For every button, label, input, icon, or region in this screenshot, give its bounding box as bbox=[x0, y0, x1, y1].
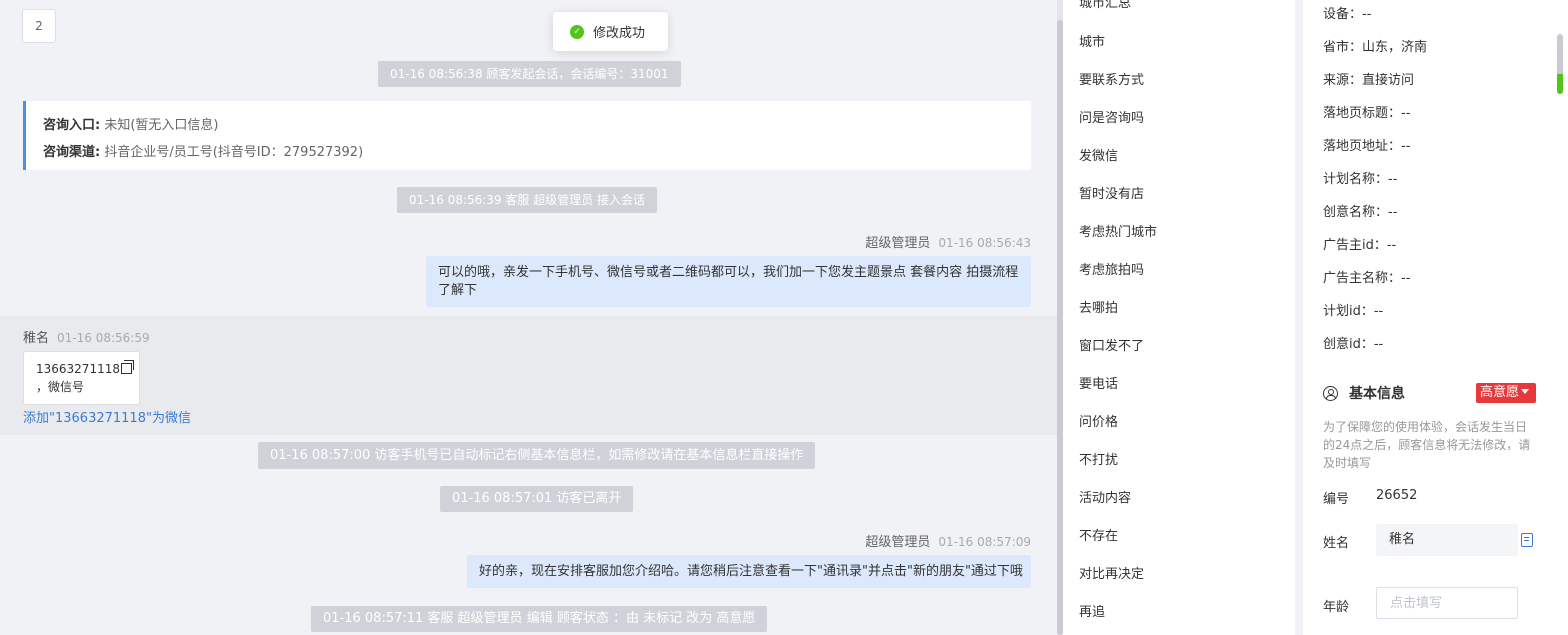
check-circle-icon: ✓ bbox=[570, 24, 584, 39]
name-field[interactable]: 稚名 bbox=[1376, 524, 1518, 556]
message-time: 01-16 08:57:09 bbox=[938, 535, 1031, 549]
agent-message-bubble: 好的亲，现在安排客服加您介绍哈。请您稍后注意查看一下"通讯录"并点击"新的朋友"… bbox=[467, 555, 1031, 588]
copy-icon[interactable] bbox=[1521, 533, 1533, 547]
agent-message-bubble: 可以的哦，亲发一下手机号、微信号或者二维码都可以，我们加一下您发主题景点 套餐内… bbox=[426, 256, 1031, 307]
system-message-start: 01-16 08:56:38 顾客发起会话，会话编号：31001 bbox=[378, 61, 681, 87]
name-label: 姓名 bbox=[1323, 536, 1350, 551]
info-row-plan-id: 计划id：-- bbox=[1323, 304, 1384, 319]
visitor-message-meta: 稚名 01-16 08:56:59 bbox=[23, 327, 150, 346]
intent-tag-dropdown[interactable]: 高意愿 bbox=[1476, 383, 1536, 403]
toast-text: 修改成功 bbox=[593, 26, 646, 41]
phrase-item[interactable]: 城市汇总 bbox=[1079, 0, 1131, 11]
phrase-item[interactable]: 要电话 bbox=[1079, 373, 1118, 392]
phrase-item[interactable]: 去哪拍 bbox=[1079, 297, 1118, 316]
age-label: 年龄 bbox=[1323, 600, 1350, 615]
basic-info-header: 基本信息 bbox=[1323, 383, 1405, 403]
id-value: 26652 bbox=[1376, 488, 1418, 503]
consult-channel-label: 咨询渠道: bbox=[43, 145, 101, 160]
success-toast: ✓ 修改成功 bbox=[553, 12, 668, 51]
phrase-item[interactable]: 问价格 bbox=[1079, 411, 1118, 430]
section-title: 基本信息 bbox=[1349, 386, 1405, 402]
info-row-landing-title: 落地页标题：-- bbox=[1323, 106, 1411, 121]
panel-divider bbox=[1295, 0, 1303, 635]
phrase-item[interactable]: 再追 bbox=[1079, 601, 1105, 620]
info-row-creative-id: 创意id：-- bbox=[1323, 337, 1384, 352]
info-row-device: 设备：-- bbox=[1323, 7, 1372, 22]
agent-message-meta: 超级管理员 01-16 08:56:43 bbox=[865, 232, 1031, 251]
visitor-name: 稚名 bbox=[23, 331, 50, 346]
info-row-advertiser-id: 广告主id：-- bbox=[1323, 238, 1397, 253]
chat-area: 2 ✓ 修改成功 01-16 08:56:38 顾客发起会话，会话编号：3100… bbox=[0, 0, 1057, 635]
consult-channel-value: 抖音企业号/员工号(抖音号ID：279527392) bbox=[104, 145, 364, 160]
phrase-item[interactable]: 对比再决定 bbox=[1079, 563, 1144, 582]
system-message-leave: 01-16 08:57:01 访客已离开 bbox=[440, 486, 634, 512]
consult-entry-value: 未知(暂无入口信息) bbox=[104, 118, 219, 133]
phrase-item[interactable]: 发微信 bbox=[1079, 145, 1118, 164]
page-number-box[interactable]: 2 bbox=[22, 9, 56, 43]
info-scrollbar[interactable] bbox=[1556, 0, 1568, 520]
phrase-item[interactable]: 考虑热门城市 bbox=[1079, 221, 1157, 240]
message-text-line: 了解下 bbox=[438, 283, 478, 298]
agent-name: 超级管理员 bbox=[865, 236, 931, 251]
message-text-line: 可以的哦，亲发一下手机号、微信号或者二维码都可以，我们加一下您发主题景点 套餐内… bbox=[438, 265, 1019, 280]
consult-entry-label: 咨询入口: bbox=[43, 118, 101, 133]
consult-info-card: 咨询入口: 未知(暂无入口信息) 咨询渠道: 抖音企业号/员工号(抖音号ID：2… bbox=[23, 101, 1031, 170]
add-wechat-link[interactable]: 添加"13663271118"为微信 bbox=[23, 407, 191, 426]
agent-name: 超级管理员 bbox=[865, 535, 931, 550]
caret-down-icon bbox=[1521, 389, 1530, 394]
message-time: 01-16 08:56:43 bbox=[938, 236, 1031, 250]
edit-notice: 为了保障您的使用体验，会话发生当日的24点之后，顾客信息将无法修改，请及时填写 bbox=[1323, 420, 1531, 470]
visitor-message-bubble: 13663271118 ，微信号 bbox=[23, 351, 140, 405]
system-message-accept: 01-16 08:56:39 客服 超级管理员 接入会话 bbox=[397, 187, 658, 213]
user-icon bbox=[1323, 385, 1338, 401]
info-row-region: 省市：山东，济南 bbox=[1323, 40, 1428, 55]
message-time: 01-16 08:56:59 bbox=[57, 331, 150, 345]
id-label: 编号 bbox=[1323, 492, 1350, 507]
info-row-advertiser-name: 广告主名称：-- bbox=[1323, 271, 1411, 286]
system-message-mark: 01-16 08:57:00 访客手机号已自动标记右侧基本信息栏，如需修改请在基… bbox=[258, 442, 816, 469]
phrase-item[interactable]: 活动内容 bbox=[1079, 487, 1131, 506]
info-row-source: 来源：直接访问 bbox=[1323, 73, 1415, 88]
phrase-item[interactable]: 不存在 bbox=[1079, 525, 1118, 544]
intent-tag-label: 高意愿 bbox=[1480, 385, 1520, 400]
phrase-item[interactable]: 考虑旅拍吗 bbox=[1079, 259, 1144, 278]
phrase-item[interactable]: 城市 bbox=[1079, 31, 1105, 50]
visitor-phone[interactable]: 13663271118 bbox=[36, 362, 120, 376]
info-row-creative-name: 创意名称：-- bbox=[1323, 205, 1398, 220]
visitor-message-suffix: ，微信号 bbox=[36, 380, 85, 394]
system-message-edit: 01-16 08:57:11 客服 超级管理员 编辑 顾客状态 ：由 未标记 改… bbox=[311, 606, 768, 632]
info-row-plan-name: 计划名称：-- bbox=[1323, 172, 1398, 187]
info-row-landing-url: 落地页地址：-- bbox=[1323, 139, 1411, 154]
phrase-item[interactable]: 窗口发不了 bbox=[1079, 335, 1144, 354]
quick-phrase-list: 城市汇总 城市 要联系方式 问是咨询吗 发微信 暂时没有店 考虑热门城市 考虑旅… bbox=[1063, 0, 1295, 635]
phrase-item[interactable]: 要联系方式 bbox=[1079, 69, 1144, 88]
phrase-item[interactable]: 暂时没有店 bbox=[1079, 183, 1144, 202]
phrase-item[interactable]: 问是咨询吗 bbox=[1079, 107, 1144, 126]
copy-icon[interactable] bbox=[120, 360, 134, 374]
info-scrollbar-thumb[interactable] bbox=[1557, 34, 1563, 94]
age-field[interactable] bbox=[1376, 587, 1518, 619]
agent-message-meta: 超级管理员 01-16 08:57:09 bbox=[865, 531, 1031, 550]
customer-info-panel: 设备：-- 省市：山东，济南 来源：直接访问 落地页标题：-- 落地页地址：--… bbox=[1303, 0, 1568, 635]
phrase-item[interactable]: 不打扰 bbox=[1079, 449, 1118, 468]
